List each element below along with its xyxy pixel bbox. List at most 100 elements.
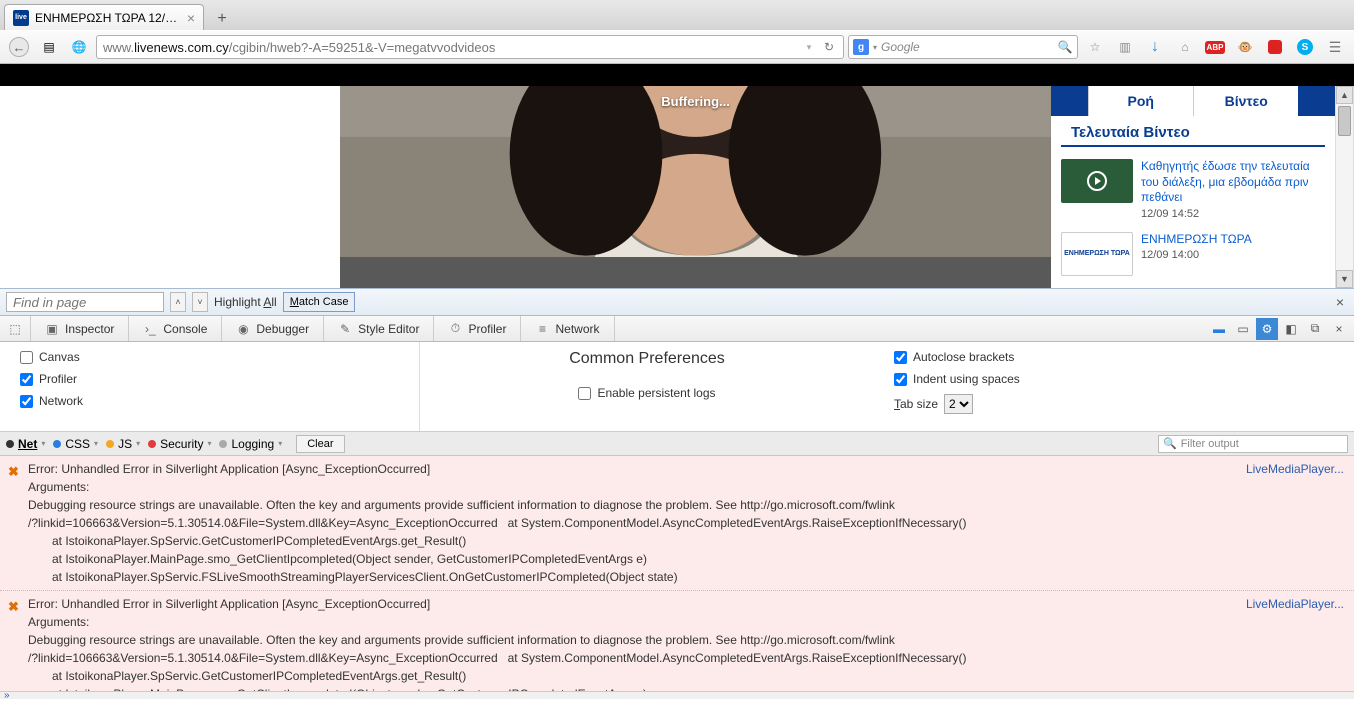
split-console-button[interactable]: ▬ bbox=[1208, 318, 1230, 340]
check-indent-spaces[interactable]: Indent using spaces bbox=[894, 372, 1334, 386]
back-button[interactable]: ← bbox=[6, 34, 32, 60]
sidebar-tab-feed[interactable]: Ροή bbox=[1088, 86, 1194, 116]
find-input[interactable] bbox=[6, 292, 164, 312]
scroll-track[interactable] bbox=[1336, 104, 1353, 270]
video-link[interactable]: ΕΝΗΜΕΡΩΣΗ ΤΩΡΑ bbox=[1141, 232, 1325, 248]
dock-side-button[interactable]: ◧ bbox=[1280, 318, 1302, 340]
clear-button[interactable]: Clear bbox=[296, 435, 344, 453]
filter-css[interactable]: CSS▾ bbox=[53, 437, 98, 451]
search-icon: 🔍 bbox=[1163, 437, 1177, 450]
filter-logging[interactable]: Logging▾ bbox=[219, 437, 282, 451]
new-tab-button[interactable]: + bbox=[210, 8, 234, 30]
search-placeholder: Google bbox=[881, 40, 1053, 54]
skype-icon: S bbox=[1297, 39, 1313, 55]
sidebar-scrollbar[interactable]: ▲ ▼ bbox=[1335, 86, 1353, 288]
check-canvas[interactable]: Canvas bbox=[20, 350, 399, 364]
error-source-link[interactable]: LiveMediaPlayer... bbox=[1246, 595, 1344, 613]
error-icon: ✖ bbox=[8, 462, 20, 474]
tab-console[interactable]: ›_Console bbox=[129, 316, 222, 341]
addon-button-1[interactable]: 🐵 bbox=[1232, 34, 1258, 60]
console-input-handle[interactable]: » bbox=[0, 691, 1354, 699]
check-profiler[interactable]: Profiler bbox=[20, 372, 399, 386]
star-icon: ☆ bbox=[1090, 40, 1101, 54]
tabsize-select[interactable]: 2 bbox=[944, 394, 973, 414]
reload-icon[interactable]: ↻ bbox=[821, 39, 837, 55]
bookmark-star-button[interactable]: ☆ bbox=[1082, 34, 1108, 60]
filter-net[interactable]: Net▾ bbox=[6, 437, 45, 451]
adblock-button[interactable]: ABP bbox=[1202, 34, 1228, 60]
video-frame-image bbox=[340, 86, 1051, 257]
identity-button[interactable]: 🌐 bbox=[66, 34, 92, 60]
downloads-button[interactable]: ↓ bbox=[1142, 34, 1168, 60]
nav-toolbar: ← ▤ 🌐 www.livenews.com.cy/cgibin/hweb?-A… bbox=[0, 30, 1354, 64]
find-close-button[interactable]: × bbox=[1332, 294, 1348, 310]
find-bar: ˄ ˅ Highlight All Match Case × bbox=[0, 288, 1354, 316]
error-stack-line: at IstoikonaPlayer.SpServic.GetCustomerI… bbox=[28, 667, 1346, 685]
check-autoclose[interactable]: Autoclose brackets bbox=[894, 350, 1334, 364]
scroll-thumb[interactable] bbox=[1338, 106, 1351, 136]
console-error: ✖ LiveMediaPlayer... Error: Unhandled Er… bbox=[0, 456, 1354, 591]
menu-button[interactable]: ☰ bbox=[1322, 34, 1348, 60]
tab-style-editor[interactable]: ✎Style Editor bbox=[324, 316, 434, 341]
hamburger-icon: ☰ bbox=[1329, 39, 1342, 56]
book-icon: ▤ bbox=[41, 39, 57, 55]
tab-network[interactable]: ≡Network bbox=[521, 316, 614, 341]
devtools-close-button[interactable]: × bbox=[1328, 318, 1350, 340]
video-player[interactable]: Buffering... bbox=[340, 86, 1051, 288]
addon-button-2[interactable] bbox=[1262, 34, 1288, 60]
gear-icon: ⚙ bbox=[1262, 322, 1273, 336]
sidebar-tabs: Ροή Βίντεο bbox=[1051, 86, 1335, 116]
check-persist-logs[interactable]: Enable persistent logs bbox=[578, 386, 715, 400]
home-button[interactable]: ⌂ bbox=[1172, 34, 1198, 60]
prefs-right-column: Autoclose brackets Indent using spaces T… bbox=[874, 342, 1354, 431]
tabsize-label: Tab size bbox=[894, 397, 938, 411]
sidebar-items: Καθηγητής έδωσε την τελευταία του διάλεξ… bbox=[1051, 147, 1335, 288]
bookmarks-button[interactable]: ▥ bbox=[1112, 34, 1138, 60]
dock-window-button[interactable]: ⧉ bbox=[1304, 318, 1326, 340]
skype-button[interactable]: S bbox=[1292, 34, 1318, 60]
filter-output-input[interactable]: 🔍 Filter output bbox=[1158, 435, 1348, 453]
sidebar-tab-spacer bbox=[1051, 86, 1088, 116]
find-prev-button[interactable]: ˄ bbox=[170, 292, 186, 312]
dropdown-icon[interactable]: ▾ bbox=[801, 39, 817, 55]
find-next-button[interactable]: ˅ bbox=[192, 292, 208, 312]
sidebar-button[interactable]: ▤ bbox=[36, 34, 62, 60]
video-item[interactable]: ΕΝΗΜΕΡΩΣΗ ΤΩΡΑ ΕΝΗΜΕΡΩΣΗ ΤΩΡΑ 12/09 14:0… bbox=[1061, 226, 1325, 282]
pick-element-button[interactable]: ⬚ bbox=[0, 316, 31, 341]
scroll-up-button[interactable]: ▲ bbox=[1336, 86, 1353, 104]
settings-button[interactable]: ⚙ bbox=[1256, 318, 1278, 340]
highlight-all-toggle[interactable]: Highlight All bbox=[214, 295, 277, 309]
debugger-icon: ◉ bbox=[236, 322, 250, 336]
tab-debugger[interactable]: ◉Debugger bbox=[222, 316, 324, 341]
close-tab-icon[interactable]: × bbox=[187, 10, 195, 26]
tabsize-row: Tab size 2 bbox=[894, 394, 1334, 414]
tab-profiler[interactable]: ⏱Profiler bbox=[434, 316, 521, 341]
video-item[interactable]: Καθηγητής έδωσε την τελευταία του διάλεξ… bbox=[1061, 153, 1325, 226]
filter-security[interactable]: Security▾ bbox=[148, 437, 211, 451]
console-output[interactable]: ✖ LiveMediaPlayer... Error: Unhandled Er… bbox=[0, 456, 1354, 691]
search-icon[interactable]: 🔍 bbox=[1057, 39, 1073, 55]
error-line: Debugging resource strings are unavailab… bbox=[28, 631, 1346, 649]
error-args-label: Arguments: bbox=[28, 613, 1346, 631]
chevron-down-icon[interactable]: ▾ bbox=[873, 43, 877, 52]
profiler-icon: ⏱ bbox=[448, 322, 462, 336]
console-filter-bar: Net▾ CSS▾ JS▾ Security▾ Logging▾ Clear 🔍… bbox=[0, 432, 1354, 456]
error-line: /?linkid=106663&Version=5.1.30514.0&File… bbox=[28, 514, 1346, 532]
prefs-title: Common Preferences bbox=[569, 350, 725, 368]
monkey-icon: 🐵 bbox=[1238, 40, 1253, 54]
url-bar[interactable]: www.livenews.com.cy/cgibin/hweb?-A=59251… bbox=[96, 35, 844, 59]
browser-tab[interactable]: live ΕΝΗΜΕΡΩΣΗ ΤΩΡΑ 12/09/... × bbox=[4, 4, 204, 30]
match-case-toggle[interactable]: Match Case bbox=[283, 292, 356, 312]
google-icon: g bbox=[853, 39, 869, 55]
error-source-link[interactable]: LiveMediaPlayer... bbox=[1246, 460, 1344, 478]
filter-js[interactable]: JS▾ bbox=[106, 437, 140, 451]
responsive-button[interactable]: ▭ bbox=[1232, 318, 1254, 340]
video-link[interactable]: Καθηγητής έδωσε την τελευταία του διάλεξ… bbox=[1141, 159, 1325, 206]
search-bar[interactable]: g ▾ Google 🔍 bbox=[848, 35, 1078, 59]
scroll-down-button[interactable]: ▼ bbox=[1336, 270, 1353, 288]
sidebar-tab-video[interactable]: Βίντεο bbox=[1194, 86, 1298, 116]
favicon-icon: live bbox=[13, 10, 29, 26]
tab-inspector[interactable]: ▣Inspector bbox=[31, 316, 129, 341]
error-stack-line: at IstoikonaPlayer.MainPage.smo_GetClien… bbox=[28, 550, 1346, 568]
check-network[interactable]: Network bbox=[20, 394, 399, 408]
